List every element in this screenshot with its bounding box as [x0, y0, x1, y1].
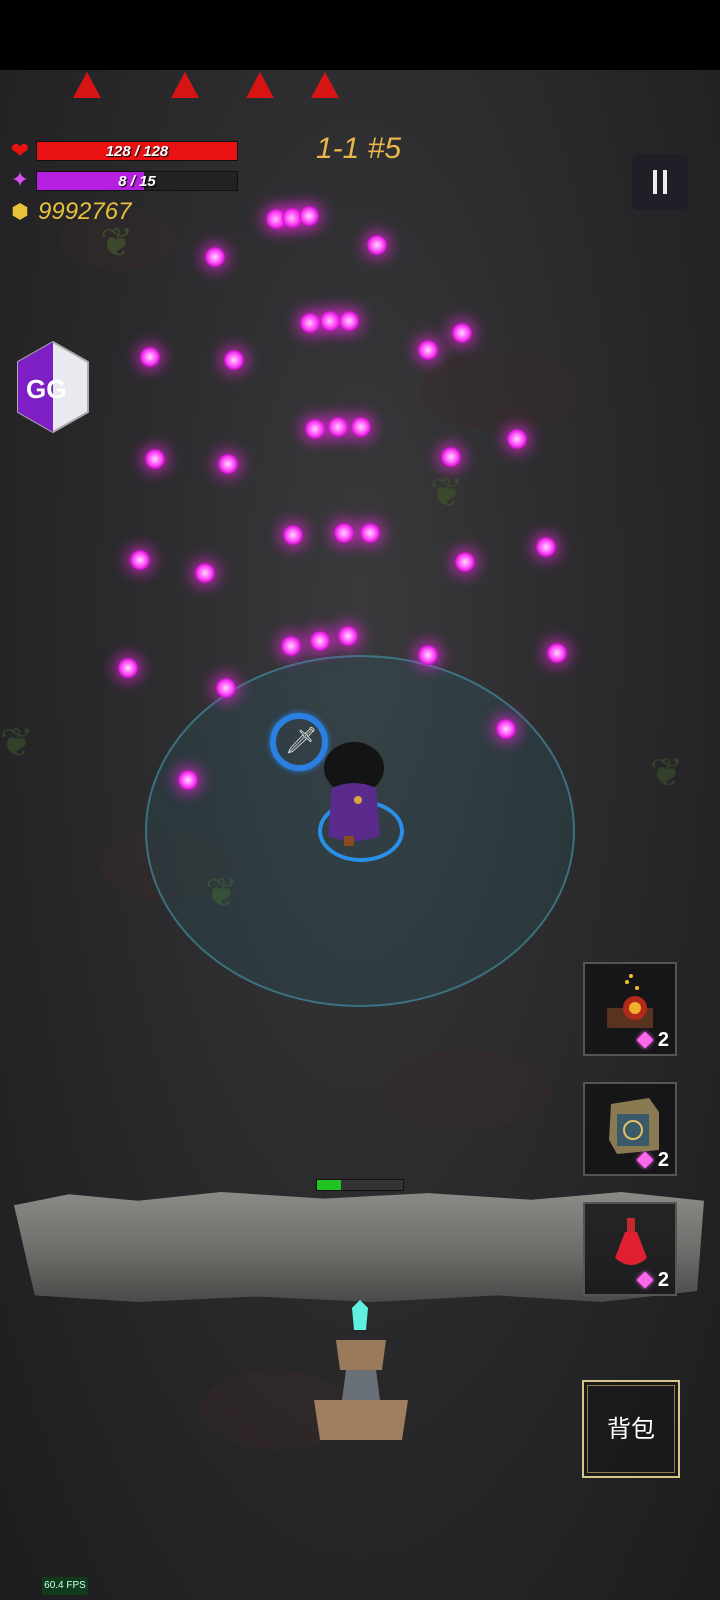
- gg-logo-text: GG: [26, 374, 66, 404]
- magic-orb-projectile: [547, 643, 567, 663]
- magic-orb-projectile: [118, 658, 138, 678]
- magic-orb-projectile: [351, 417, 371, 437]
- magic-orb-projectile: [367, 235, 387, 255]
- magic-orb-projectile: [224, 350, 244, 370]
- grass-plant: ❦: [0, 721, 34, 765]
- magic-orb-projectile: [216, 678, 236, 698]
- level-indicator: 1-1 #5: [316, 132, 402, 165]
- magic-orb-projectile: [334, 523, 354, 543]
- enemy-warning-marker: [171, 72, 199, 98]
- enemy-warning-marker: [246, 72, 274, 98]
- grass-plant: ❦: [100, 221, 134, 265]
- magic-orb-projectile: [130, 550, 150, 570]
- grass-plant: ❦: [430, 471, 464, 515]
- magic-orb-projectile: [418, 340, 438, 360]
- magic-orb-projectile: [140, 347, 160, 367]
- skill-cost: 2: [657, 1149, 669, 1171]
- magic-orb-projectile: [283, 525, 303, 545]
- hp-bar: 128 / 128: [36, 141, 238, 161]
- mana-gem-icon: ✦: [10, 167, 30, 192]
- magic-orb-projectile: [195, 563, 215, 583]
- enemy-warning-marker: [311, 72, 339, 98]
- skill-cost: 2: [657, 1269, 669, 1291]
- backpack-button[interactable]: 背包: [582, 1380, 680, 1478]
- magic-orb-projectile: [455, 552, 475, 572]
- magic-orb-projectile: [218, 454, 238, 474]
- magic-orb-projectile: [338, 626, 358, 646]
- gold-coin-icon: ⬢: [11, 201, 29, 223]
- magic-orb-projectile: [536, 537, 556, 557]
- magic-orb-projectile: [360, 523, 380, 543]
- magic-orb-projectile: [178, 770, 198, 790]
- magic-orb-projectile: [339, 311, 359, 331]
- crystal-tower[interactable]: [306, 1300, 416, 1450]
- pause-button[interactable]: [632, 154, 688, 210]
- magic-orb-projectile: [320, 311, 340, 331]
- skill-slot-health-potion[interactable]: 2: [583, 1202, 677, 1296]
- magic-orb-projectile: [281, 636, 301, 656]
- magic-orb-projectile: [300, 313, 320, 333]
- player-wizard-character[interactable]: [318, 738, 390, 848]
- gold-count: 9992767: [38, 198, 132, 225]
- magic-orb-projectile: [496, 719, 516, 739]
- magic-orb-projectile: [145, 449, 165, 469]
- wall-health-bar: [316, 1179, 404, 1191]
- mana-text: 8 / 15: [118, 173, 156, 190]
- magic-orb-projectile: [452, 323, 472, 343]
- hp-text: 128 / 128: [105, 143, 169, 160]
- magic-orb-projectile: [418, 645, 438, 665]
- potion-flask-fire-icon: [607, 974, 653, 1028]
- magic-orb-projectile: [441, 447, 461, 467]
- skill-slot-rune-crate[interactable]: 2: [583, 1082, 677, 1176]
- grass-plant: ❦: [650, 751, 684, 795]
- heart-icon: ❤: [10, 138, 30, 163]
- gameguardian-floating-icon[interactable]: GG: [14, 340, 92, 434]
- magic-orb-projectile: [305, 419, 325, 439]
- red-health-potion-icon: [615, 1218, 647, 1265]
- magic-orb-projectile: [205, 247, 225, 267]
- wall-health-fill: [317, 1180, 342, 1190]
- fps-counter: 60.4 FPS: [42, 1577, 88, 1595]
- skill-slot-fire-potion[interactable]: 2: [583, 962, 677, 1056]
- skill-cost: 2: [657, 1029, 669, 1051]
- rune-crate-icon: [609, 1098, 659, 1154]
- magic-orb-projectile: [328, 417, 348, 437]
- mana-bar: 8 / 15: [36, 171, 238, 191]
- magic-orb-projectile: [310, 631, 330, 651]
- magic-orb-projectile: [507, 429, 527, 449]
- sword-icon: 🗡: [285, 725, 319, 755]
- enemy-warning-marker: [73, 72, 101, 98]
- magic-orb-projectile: [299, 206, 319, 226]
